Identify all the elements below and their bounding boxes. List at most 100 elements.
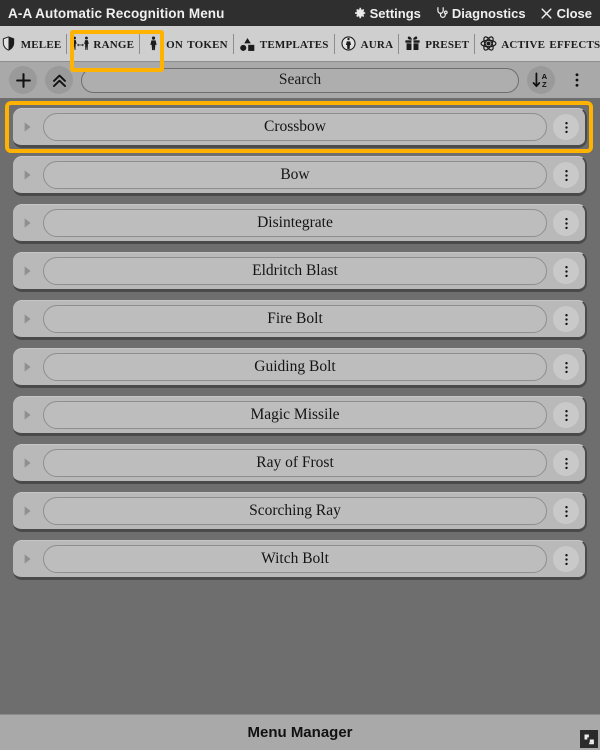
settings-button[interactable]: Settings	[353, 6, 421, 21]
list-item[interactable]: Witch Bolt	[13, 540, 587, 580]
kebab-menu-icon	[559, 408, 574, 423]
kebab-menu-icon	[559, 216, 574, 231]
list-item-menu-button[interactable]	[553, 402, 579, 428]
shield-icon	[0, 35, 17, 52]
close-label: Close	[556, 5, 592, 21]
kebab-menu-icon	[559, 552, 574, 567]
double-chevron-up-icon	[50, 71, 69, 90]
list-item-menu-button[interactable]	[553, 354, 579, 380]
diagnostics-label: Diagnostics	[451, 5, 526, 21]
list-item-label: Scorching Ray	[249, 502, 341, 519]
triangle-right-icon[interactable]	[17, 116, 37, 138]
tab-range[interactable]: Range	[67, 26, 139, 61]
stethoscope-icon	[435, 6, 449, 20]
list-item-button[interactable]: Bow	[43, 161, 547, 189]
tab-templates-label: Templates	[259, 34, 329, 52]
plus-icon	[14, 71, 33, 90]
sort-az-descending-icon: A Z	[531, 70, 551, 90]
tab-active-effects-label: Active Effects	[501, 34, 600, 52]
search-input[interactable]: Search	[81, 67, 519, 93]
triangle-right-icon[interactable]	[17, 260, 37, 282]
list-item[interactable]: Scorching Ray	[13, 492, 587, 532]
triangle-right-icon[interactable]	[17, 164, 37, 186]
list-item-button[interactable]: Witch Bolt	[43, 545, 547, 573]
window-titlebar: A-A Automatic Recognition Menu Settings …	[0, 0, 600, 26]
list-item-menu-button[interactable]	[553, 258, 579, 284]
list-item-menu-button[interactable]	[553, 306, 579, 332]
kebab-menu-icon	[559, 360, 574, 375]
tab-templates[interactable]: Templates	[234, 26, 334, 61]
list-item-label: Crossbow	[263, 118, 326, 135]
list-item-menu-button[interactable]	[553, 210, 579, 236]
list-item-button[interactable]: Magic Missile	[43, 401, 547, 429]
footer-bar: Menu Manager	[0, 714, 600, 750]
kebab-menu-icon	[559, 504, 574, 519]
tab-aura[interactable]: Aura	[335, 26, 399, 61]
list-item[interactable]: Eldritch Blast	[13, 252, 587, 292]
kebab-menu-icon	[559, 456, 574, 471]
aura-icon	[340, 35, 357, 52]
list-item-menu-button[interactable]	[553, 162, 579, 188]
list-item-label: Bow	[280, 166, 310, 183]
list-item-label: Disintegrate	[257, 214, 333, 231]
list-item-menu-button[interactable]	[553, 114, 579, 140]
settings-label: Settings	[369, 5, 421, 21]
triangle-right-icon[interactable]	[17, 404, 37, 426]
list-item-button[interactable]: Crossbow	[43, 113, 547, 141]
titlebar-actions: Settings Diagnostics Close	[353, 6, 592, 21]
tab-range-label: Range	[93, 34, 135, 52]
menu-manager-label: Menu Manager	[247, 724, 353, 741]
list-item-button[interactable]: Disintegrate	[43, 209, 547, 237]
gear-icon	[353, 6, 367, 20]
list-item-label: Magic Missile	[250, 406, 340, 423]
tab-on-token[interactable]: On Token	[140, 26, 233, 61]
search-toolbar: Search A Z	[0, 62, 600, 98]
triangle-right-icon[interactable]	[17, 356, 37, 378]
tab-preset[interactable]: Preset	[399, 26, 474, 61]
diagnostics-button[interactable]: Diagnostics	[435, 6, 526, 21]
triangle-right-icon[interactable]	[17, 452, 37, 474]
kebab-menu-icon	[559, 168, 574, 183]
search-placeholder: Search	[278, 71, 322, 88]
resize-handle-icon[interactable]	[580, 730, 598, 748]
gift-icon	[404, 35, 421, 52]
kebab-menu-icon	[568, 71, 586, 89]
close-button[interactable]: Close	[540, 6, 592, 21]
tab-melee-label: Melee	[20, 34, 62, 52]
token-figure-icon	[145, 35, 162, 52]
add-item-button[interactable]	[9, 66, 37, 94]
collapse-all-button[interactable]	[45, 66, 73, 94]
close-icon	[540, 6, 554, 20]
kebab-menu-icon	[559, 264, 574, 279]
list-item-menu-button[interactable]	[553, 498, 579, 524]
shapes-icon	[239, 35, 256, 52]
list-item[interactable]: Guiding Bolt	[13, 348, 587, 388]
list-item[interactable]: Crossbow	[5, 101, 593, 153]
list-item-button[interactable]: Ray of Frost	[43, 449, 547, 477]
list-item-button[interactable]: Fire Bolt	[43, 305, 547, 333]
list-item-menu-button[interactable]	[553, 546, 579, 572]
svg-text:Z: Z	[542, 80, 547, 89]
list-item-label: Guiding Bolt	[254, 358, 336, 375]
search-overflow-menu-button[interactable]	[563, 66, 591, 94]
list-item-button[interactable]: Guiding Bolt	[43, 353, 547, 381]
tab-active-effects[interactable]: Active Effects	[475, 26, 600, 61]
range-icon	[72, 35, 90, 52]
list-item-button[interactable]: Eldritch Blast	[43, 257, 547, 285]
list-item-label: Eldritch Blast	[252, 262, 338, 279]
tab-aura-label: Aura	[360, 34, 394, 52]
list-item[interactable]: Bow	[13, 156, 587, 196]
triangle-right-icon[interactable]	[17, 212, 37, 234]
sort-button[interactable]: A Z	[527, 66, 555, 94]
triangle-right-icon[interactable]	[17, 500, 37, 522]
triangle-right-icon[interactable]	[17, 308, 37, 330]
list-item[interactable]: Disintegrate	[13, 204, 587, 244]
list-item[interactable]: Fire Bolt	[13, 300, 587, 340]
triangle-right-icon[interactable]	[17, 548, 37, 570]
list-item-button[interactable]: Scorching Ray	[43, 497, 547, 525]
list-item-menu-button[interactable]	[553, 450, 579, 476]
list-item[interactable]: Magic Missile	[13, 396, 587, 436]
list-item[interactable]: Ray of Frost	[13, 444, 587, 484]
item-list: Crossbow Bow Disintegrate Eldritch Blast Fir…	[0, 98, 600, 714]
tab-melee[interactable]: Melee	[0, 26, 66, 61]
